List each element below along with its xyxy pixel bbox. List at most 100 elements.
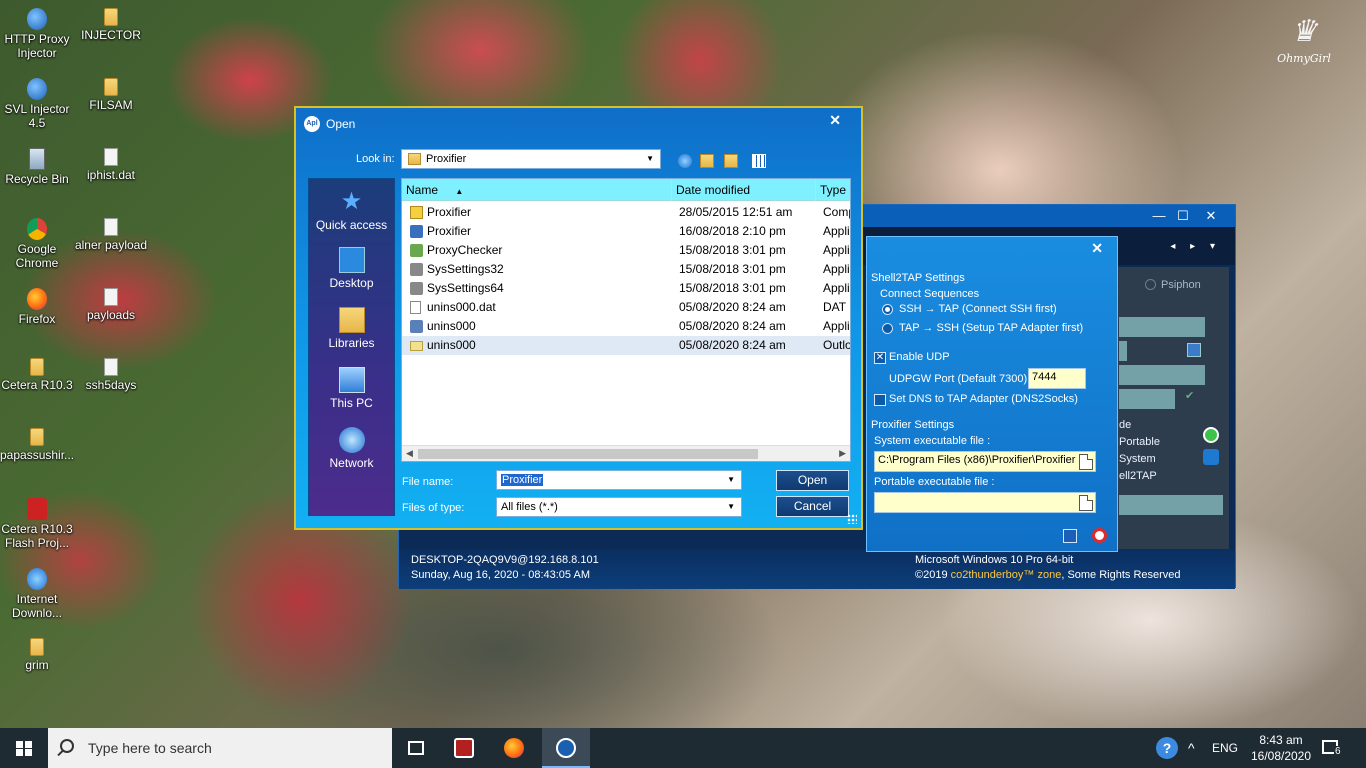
look-in-dropdown[interactable]: Proxifier ▼ — [401, 149, 661, 169]
column-header-type[interactable]: Type — [816, 179, 850, 201]
open-button[interactable]: Open — [776, 470, 849, 491]
desktop-icon-label: alner payload — [74, 238, 148, 252]
app-field[interactable] — [1119, 341, 1127, 361]
search-placeholder: Type here to search — [88, 740, 212, 756]
action-center-button[interactable]: 6 — [1318, 738, 1346, 760]
browse-file-icon[interactable] — [1079, 495, 1093, 511]
scroll-thumb[interactable] — [418, 449, 758, 459]
app-field[interactable] — [1119, 365, 1205, 385]
tray-chevron-icon[interactable]: ^ — [1188, 728, 1195, 768]
desktop-icon-firefox[interactable]: Firefox — [0, 288, 74, 326]
set-dns-checkbox[interactable] — [874, 394, 886, 406]
desktop-icon-injector[interactable]: INJECTOR — [74, 8, 148, 42]
file-row[interactable]: ProxyChecker 15/08/2018 3:01 pm Appli — [402, 241, 850, 260]
place-network[interactable]: Network — [309, 427, 394, 470]
tap-first-radio[interactable] — [882, 323, 893, 334]
task-view-button[interactable] — [392, 728, 440, 768]
scroll-left-icon[interactable]: ◀ — [406, 448, 413, 459]
file-name-input[interactable]: Proxifier ▼ — [496, 470, 742, 490]
document-icon — [410, 301, 421, 314]
place-label: Desktop — [329, 276, 374, 290]
new-folder-icon[interactable] — [724, 154, 738, 168]
place-quick-access[interactable]: ★ Quick access — [309, 189, 394, 233]
scroll-right-icon[interactable]: ▶ — [839, 448, 846, 459]
file-type: Comp — [823, 205, 850, 219]
place-desktop[interactable]: Desktop — [309, 247, 394, 290]
app-field[interactable] — [1119, 317, 1205, 337]
desktop-icon-grim[interactable]: grim — [0, 638, 74, 672]
file-row[interactable]: Proxifier 28/05/2015 12:51 am Comp — [402, 203, 850, 222]
place-this-pc[interactable]: This PC — [309, 367, 394, 410]
taskbar-app-red[interactable] — [440, 728, 488, 768]
application-icon — [410, 225, 423, 238]
desktop-icon-alner-payload[interactable]: alner payload — [74, 218, 148, 252]
view-menu-icon[interactable] — [752, 154, 766, 168]
close-button[interactable]: ✕ — [829, 112, 841, 129]
desktop-icon-http-proxy-injector[interactable]: HTTP Proxy Injector — [0, 8, 74, 60]
download-manager-icon — [27, 568, 47, 590]
open-file-dialog: Apl Open ✕ Look in: Proxifier ▼ ★ Quick … — [294, 106, 863, 530]
check-icon[interactable]: ✔ — [1185, 389, 1194, 402]
maximize-button[interactable]: ☐ — [1171, 207, 1195, 225]
taskbar-search-box[interactable]: Type here to search — [48, 728, 392, 768]
desktop-icon-papassushir[interactable]: papassushir... — [0, 428, 74, 462]
language-indicator[interactable]: ENG — [1212, 728, 1238, 768]
taskbar-app-firefox[interactable] — [490, 728, 538, 768]
column-header-date[interactable]: Date modified — [672, 179, 816, 201]
resize-grip-icon[interactable] — [847, 514, 857, 524]
horizontal-scrollbar[interactable]: ◀ ▶ — [402, 445, 850, 461]
minimize-button[interactable]: — — [1147, 207, 1171, 225]
file-row[interactable]: unins000 05/08/2020 8:24 am Appli — [402, 317, 850, 336]
close-button[interactable]: ✕ — [1199, 207, 1223, 225]
file-type: Appli — [823, 243, 850, 257]
desktop-icon-ssh5days[interactable]: ssh5days — [74, 358, 148, 392]
place-label: Network — [329, 456, 374, 470]
start-button[interactable] — [0, 728, 48, 768]
file-name-label: File name: — [402, 476, 454, 488]
play-icon[interactable] — [1203, 427, 1219, 443]
file-row[interactable]: SysSettings32 15/08/2018 3:01 pm Appli — [402, 260, 850, 279]
file-row-selected[interactable]: unins000 05/08/2020 8:24 am Outlo — [402, 336, 850, 355]
file-type-label: Files of type: — [402, 502, 465, 514]
desktop-icon-google-chrome[interactable]: Google Chrome — [0, 218, 74, 270]
desktop-icon-internet-download[interactable]: Internet Downlo... — [0, 568, 74, 620]
app-field[interactable] — [1119, 389, 1175, 409]
enable-udp-checkbox[interactable]: ✕ — [874, 352, 886, 364]
psiphon-radio[interactable] — [1145, 279, 1156, 290]
column-header-name[interactable]: Name ▲ — [402, 179, 672, 201]
udpgw-port-input[interactable]: 7444 — [1028, 368, 1086, 389]
places-bar: ★ Quick access Desktop Libraries This PC… — [308, 178, 395, 516]
place-libraries[interactable]: Libraries — [309, 307, 394, 350]
cancel-button[interactable]: Cancel — [776, 496, 849, 517]
desktop-icon-filsam[interactable]: FILSAM — [74, 78, 148, 112]
desktop-icon-cetera[interactable]: Cetera R10.3 — [0, 358, 74, 392]
up-folder-icon[interactable] — [700, 154, 714, 168]
taskbar-clock[interactable]: 8:43 am 16/08/2020 — [1246, 732, 1316, 764]
save-icon[interactable] — [1187, 343, 1201, 357]
browse-file-icon[interactable] — [1079, 454, 1093, 470]
desktop-icon — [338, 247, 365, 273]
system-exe-input[interactable]: C:\Program Files (x86)\Proxifier\Proxifi… — [874, 451, 1096, 472]
refresh-icon[interactable] — [1203, 449, 1219, 465]
desktop-icon-iphist[interactable]: iphist.dat — [74, 148, 148, 182]
taskbar-app-injector[interactable] — [542, 728, 590, 768]
file-row[interactable]: Proxifier 16/08/2018 2:10 pm Appli — [402, 222, 850, 241]
close-button[interactable]: ✕ — [1091, 240, 1103, 257]
help-icon[interactable]: ? — [1156, 737, 1178, 759]
dialog-title-text: Open — [326, 117, 356, 131]
file-type-dropdown[interactable]: All files (*.*) ▼ — [496, 497, 742, 517]
portable-exe-input[interactable] — [874, 492, 1096, 513]
file-row[interactable]: SysSettings64 15/08/2018 3:01 pm Appli — [402, 279, 850, 298]
file-row[interactable]: unins000.dat 05/08/2020 8:24 am DAT F — [402, 298, 850, 317]
cancel-icon[interactable] — [1092, 528, 1107, 543]
back-icon[interactable] — [678, 154, 692, 168]
desktop-icon-cetera-flash[interactable]: Cetera R10.3 Flash Proj... — [0, 498, 74, 550]
desktop-icon-payloads[interactable]: payloads — [74, 288, 148, 322]
app-field[interactable] — [1119, 495, 1223, 515]
save-icon[interactable] — [1063, 529, 1077, 543]
look-in-value: Proxifier — [426, 153, 467, 165]
desktop-icon-recycle-bin[interactable]: Recycle Bin — [0, 148, 74, 186]
desktop-icon-svl-injector[interactable]: SVL Injector 4.5 — [0, 78, 74, 130]
ssh-first-radio[interactable] — [882, 304, 893, 315]
tab-nav-arrows[interactable]: ◂ ▸ ▾ — [1170, 241, 1221, 252]
